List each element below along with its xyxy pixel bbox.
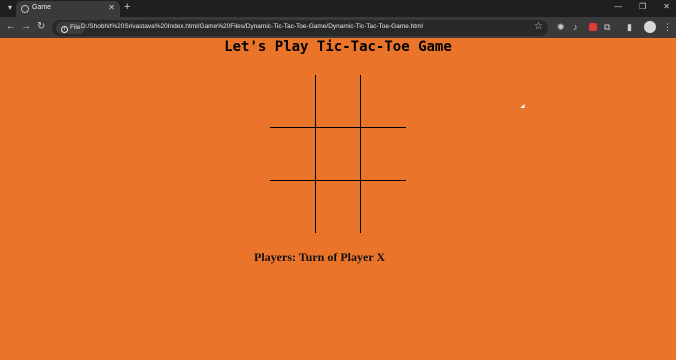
forward-icon[interactable]: → (21, 21, 31, 33)
board-cell-1[interactable] (270, 75, 315, 127)
globe-icon (21, 5, 29, 13)
board-line-vertical (360, 75, 361, 233)
turn-status: Players: Turn of Player X (254, 250, 386, 264)
scheme-label: File (70, 24, 81, 31)
board-cell-5[interactable] (316, 128, 361, 180)
window-close-icon[interactable]: ✕ (663, 2, 670, 11)
tab-search-icon[interactable]: ▾ (5, 3, 15, 13)
board-line-horizontal (270, 127, 406, 128)
board-cell-8[interactable] (316, 181, 361, 233)
board-line-horizontal (270, 180, 406, 181)
window-controls: — ❐ ✕ (614, 2, 670, 11)
board-cell-4[interactable] (270, 128, 315, 180)
board-line-vertical (315, 75, 316, 233)
puzzle-extensions-icon[interactable]: ⧉ (604, 21, 610, 33)
settings-gear-icon[interactable]: ✺ (557, 21, 565, 33)
bookmark-star-icon[interactable]: ☆ (534, 21, 543, 32)
reload-icon[interactable]: ↻ (37, 21, 45, 33)
minimize-icon[interactable]: — (614, 2, 622, 11)
restore-icon[interactable]: ❐ (639, 2, 646, 11)
browser-tab[interactable]: Game ✕ (16, 1, 120, 17)
tic-tac-toe-board (270, 75, 406, 233)
info-icon: i (61, 26, 68, 33)
browser-toolbar: ← → ↻ i File D:/Shobhit%20Srivastava%20In… (0, 17, 676, 38)
close-tab-icon[interactable]: ✕ (108, 3, 115, 12)
back-icon[interactable]: ← (6, 21, 16, 33)
url-text[interactable]: D:/Shobhit%20Srivastava%20Index.html/Gam… (81, 23, 423, 30)
profile-avatar[interactable] (644, 21, 656, 33)
microphone-icon[interactable]: ♪ (573, 21, 578, 33)
side-panel-icon[interactable]: ▮ (627, 21, 632, 33)
mouse-cursor-icon (520, 103, 527, 111)
tab-strip: ▾ Game ✕ + — ❐ ✕ (0, 0, 676, 17)
board-cell-3[interactable] (361, 75, 406, 127)
board-cell-9[interactable] (361, 181, 406, 233)
tab-title: Game (32, 4, 52, 11)
menu-dots-icon[interactable]: ⋮ (663, 21, 672, 33)
board-cell-7[interactable] (270, 181, 315, 233)
extension-icon[interactable] (589, 23, 597, 31)
page-title: Let's Play Tic-Tac-Toe Game (224, 39, 452, 55)
board-cell-6[interactable] (361, 128, 406, 180)
board-cell-2[interactable] (316, 75, 361, 127)
new-tab-icon[interactable]: + (124, 1, 130, 13)
address-bar[interactable]: i File D:/Shobhit%20Srivastava%20Index.ht… (52, 20, 548, 36)
